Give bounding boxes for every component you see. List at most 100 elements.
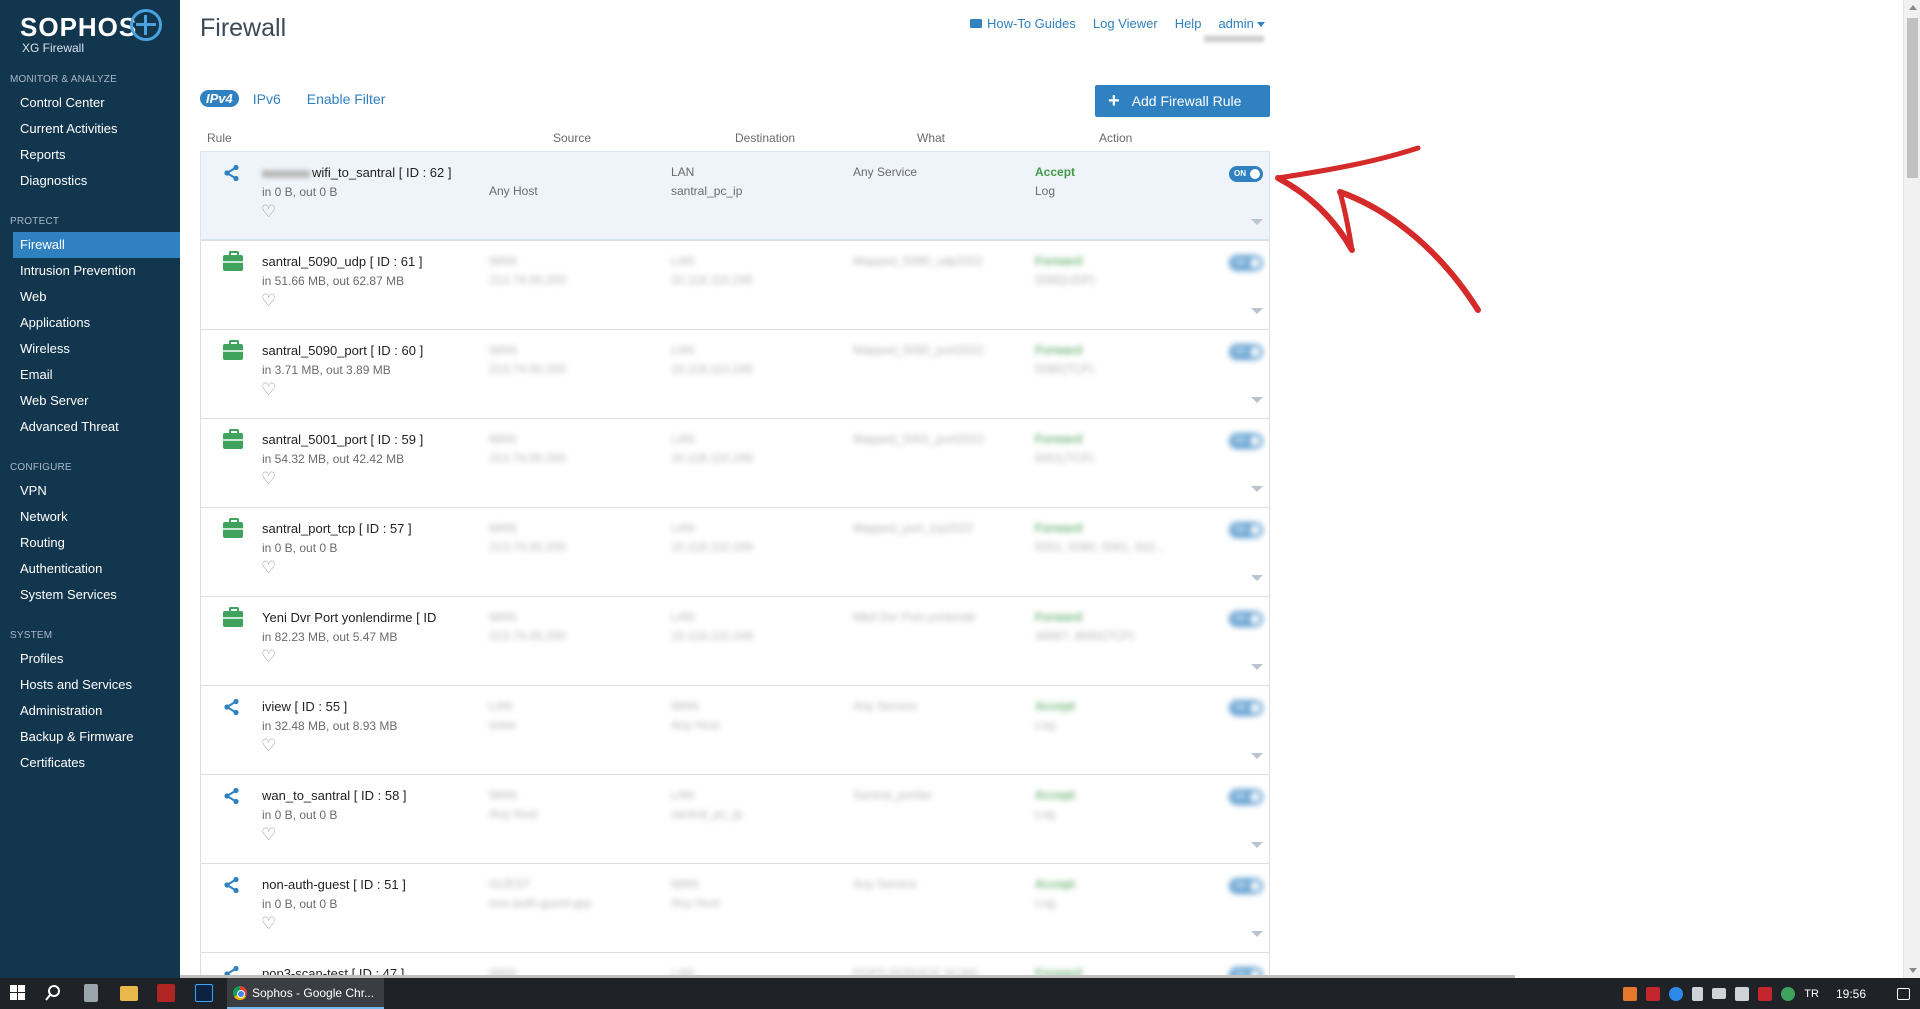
scroll-up-arrow-icon[interactable] [1909, 5, 1917, 10]
taskbar-chrome-window[interactable]: Sophos - Google Chr... [227, 978, 384, 1009]
rule-enable-toggle[interactable]: ON [1229, 255, 1263, 271]
windows-start-icon[interactable] [10, 984, 28, 1002]
tray-filezilla-icon[interactable] [1646, 986, 1661, 1001]
sidebar-item-control-center[interactable]: Control Center [0, 90, 180, 116]
table-row[interactable]: santral_5001_port [ ID : 59 ] in 54.32 MB… [200, 418, 1270, 507]
expand-chevron-icon[interactable] [1251, 575, 1263, 581]
favorite-heart-icon[interactable]: ♡ [261, 381, 276, 398]
file-explorer-icon[interactable] [120, 986, 138, 1001]
sidebar-item-wireless[interactable]: Wireless [0, 336, 180, 362]
rule-name[interactable]: iview [ ID : 55 ] [262, 699, 347, 714]
table-row[interactable]: wan_to_santral [ ID : 58 ] in 0 B, out 0 … [200, 774, 1270, 863]
rule-source-zone: WAN [489, 254, 517, 268]
sidebar-item-profiles[interactable]: Profiles [0, 646, 180, 672]
clock[interactable]: 19:56 [1836, 987, 1866, 1001]
help-link[interactable]: Help [1175, 16, 1202, 31]
sidebar-item-current-activities[interactable]: Current Activities [0, 116, 180, 142]
rule-enable-toggle[interactable]: ON [1229, 433, 1263, 449]
expand-chevron-icon[interactable] [1251, 664, 1263, 670]
rule-name[interactable]: santral_5090_udp [ ID : 61 ] [262, 254, 422, 269]
sidebar-item-reports[interactable]: Reports [0, 142, 180, 168]
sidebar-item-system-services[interactable]: System Services [0, 582, 180, 608]
table-row[interactable]: santral_5090_udp [ ID : 61 ] in 51.66 MB,… [200, 240, 1270, 329]
sidebar-item-web[interactable]: Web [0, 284, 180, 310]
how-to-guides-link[interactable]: How-To Guides [970, 16, 1076, 31]
sidebar-item-applications[interactable]: Applications [0, 310, 180, 336]
rule-name[interactable]: wifi_to_santral [ ID : 62 ] [262, 165, 451, 180]
favorite-heart-icon[interactable]: ♡ [261, 470, 276, 487]
rule-name[interactable]: non-auth-guest [ ID : 51 ] [262, 877, 406, 892]
favorite-heart-icon[interactable]: ♡ [261, 648, 276, 665]
scrollbar-thumb[interactable] [1907, 18, 1918, 178]
expand-chevron-icon[interactable] [1251, 842, 1263, 848]
table-row[interactable]: wifi_to_santral [ ID : 62 ] in 0 B, out 0… [200, 151, 1270, 240]
tray-antivirus-icon[interactable] [1758, 986, 1773, 1001]
favorite-heart-icon[interactable]: ♡ [261, 292, 276, 309]
expand-chevron-icon[interactable] [1251, 486, 1263, 492]
calculator-icon[interactable] [84, 984, 98, 1002]
sidebar-item-routing[interactable]: Routing [0, 530, 180, 556]
sidebar-item-authentication[interactable]: Authentication [0, 556, 180, 582]
rule-enable-toggle[interactable]: ON [1229, 789, 1263, 805]
expand-chevron-icon[interactable] [1251, 753, 1263, 759]
tab-ipv6[interactable]: IPv6 [253, 91, 281, 107]
favorite-heart-icon[interactable]: ♡ [261, 915, 276, 932]
add-firewall-rule-button[interactable]: + Add Firewall Rule [1095, 85, 1270, 117]
sidebar-item-diagnostics[interactable]: Diagnostics [0, 168, 180, 194]
expand-chevron-icon[interactable] [1251, 308, 1263, 314]
sidebar-item-administration[interactable]: Administration [0, 698, 180, 724]
volume-icon[interactable] [1692, 986, 1704, 1001]
rule-name[interactable]: santral_5090_port [ ID : 60 ] [262, 343, 423, 358]
table-row[interactable]: santral_5090_port [ ID : 60 ] in 3.71 MB,… [200, 329, 1270, 418]
photoshop-icon[interactable] [195, 984, 213, 1002]
notifications-icon[interactable] [1897, 987, 1910, 1000]
sidebar-item-vpn[interactable]: VPN [0, 478, 180, 504]
favorite-heart-icon[interactable]: ♡ [261, 559, 276, 576]
rule-name[interactable]: santral_port_tcp [ ID : 57 ] [262, 521, 412, 536]
security-icon[interactable] [1735, 986, 1750, 1001]
logo[interactable]: SOPHOS XG Firewall [0, 0, 180, 70]
tray-sync-icon[interactable] [1669, 986, 1684, 1001]
expand-chevron-icon[interactable] [1251, 931, 1263, 937]
tray-app-icon[interactable] [1623, 986, 1638, 1001]
filezilla-icon[interactable] [157, 984, 175, 1002]
network-icon[interactable] [1712, 988, 1727, 999]
tray-status-icon[interactable] [1781, 986, 1796, 1001]
scroll-down-arrow-icon[interactable] [1909, 968, 1917, 973]
enable-filter-link[interactable]: Enable Filter [307, 91, 386, 107]
column-rule: Rule [207, 131, 232, 145]
sidebar-item-intrusion-prevention[interactable]: Intrusion Prevention [0, 258, 180, 284]
table-row[interactable]: santral_port_tcp [ ID : 57 ] in 0 B, out … [200, 507, 1270, 596]
table-row[interactable]: Yeni Dvr Port yonlendirme [ ID in 82.23 M… [200, 596, 1270, 685]
sidebar-item-email[interactable]: Email [0, 362, 180, 388]
table-row[interactable]: non-auth-guest [ ID : 51 ] in 0 B, out 0 … [200, 863, 1270, 952]
admin-menu[interactable]: admin [1218, 16, 1265, 31]
sidebar-item-advanced-threat[interactable]: Advanced Threat [0, 414, 180, 440]
sidebar-item-network[interactable]: Network [0, 504, 180, 530]
sidebar-item-backup-firmware[interactable]: Backup & Firmware [0, 724, 180, 750]
expand-chevron-icon[interactable] [1251, 397, 1263, 403]
favorite-heart-icon[interactable]: ♡ [261, 203, 276, 220]
rule-name[interactable]: Yeni Dvr Port yonlendirme [ ID [262, 610, 436, 625]
rule-name[interactable]: wan_to_santral [ ID : 58 ] [262, 788, 407, 803]
sidebar-item-certificates[interactable]: Certificates [0, 750, 180, 776]
rule-enable-toggle[interactable]: ON [1229, 344, 1263, 360]
sidebar-item-hosts-and-services[interactable]: Hosts and Services [0, 672, 180, 698]
search-icon[interactable] [44, 984, 62, 1002]
log-viewer-link[interactable]: Log Viewer [1093, 16, 1158, 31]
rule-enable-toggle[interactable]: ON [1229, 522, 1263, 538]
favorite-heart-icon[interactable]: ♡ [261, 826, 276, 843]
rule-enable-toggle[interactable]: ON [1229, 878, 1263, 894]
rule-enable-toggle[interactable]: ON [1229, 611, 1263, 627]
vertical-scrollbar[interactable] [1903, 0, 1920, 978]
tab-ipv4[interactable]: IPv4 [200, 90, 239, 107]
rule-name[interactable]: santral_5001_port [ ID : 59 ] [262, 432, 423, 447]
rule-enable-toggle[interactable]: ON [1229, 166, 1263, 182]
sidebar-item-web-server[interactable]: Web Server [0, 388, 180, 414]
table-row[interactable]: iview [ ID : 55 ] in 32.48 MB, out 8.93 M… [200, 685, 1270, 774]
language-indicator[interactable]: TR [1804, 988, 1819, 1000]
rule-enable-toggle[interactable]: ON [1229, 700, 1263, 716]
sidebar-item-firewall[interactable]: Firewall [13, 232, 180, 258]
expand-chevron-icon[interactable] [1251, 219, 1263, 225]
favorite-heart-icon[interactable]: ♡ [261, 737, 276, 754]
